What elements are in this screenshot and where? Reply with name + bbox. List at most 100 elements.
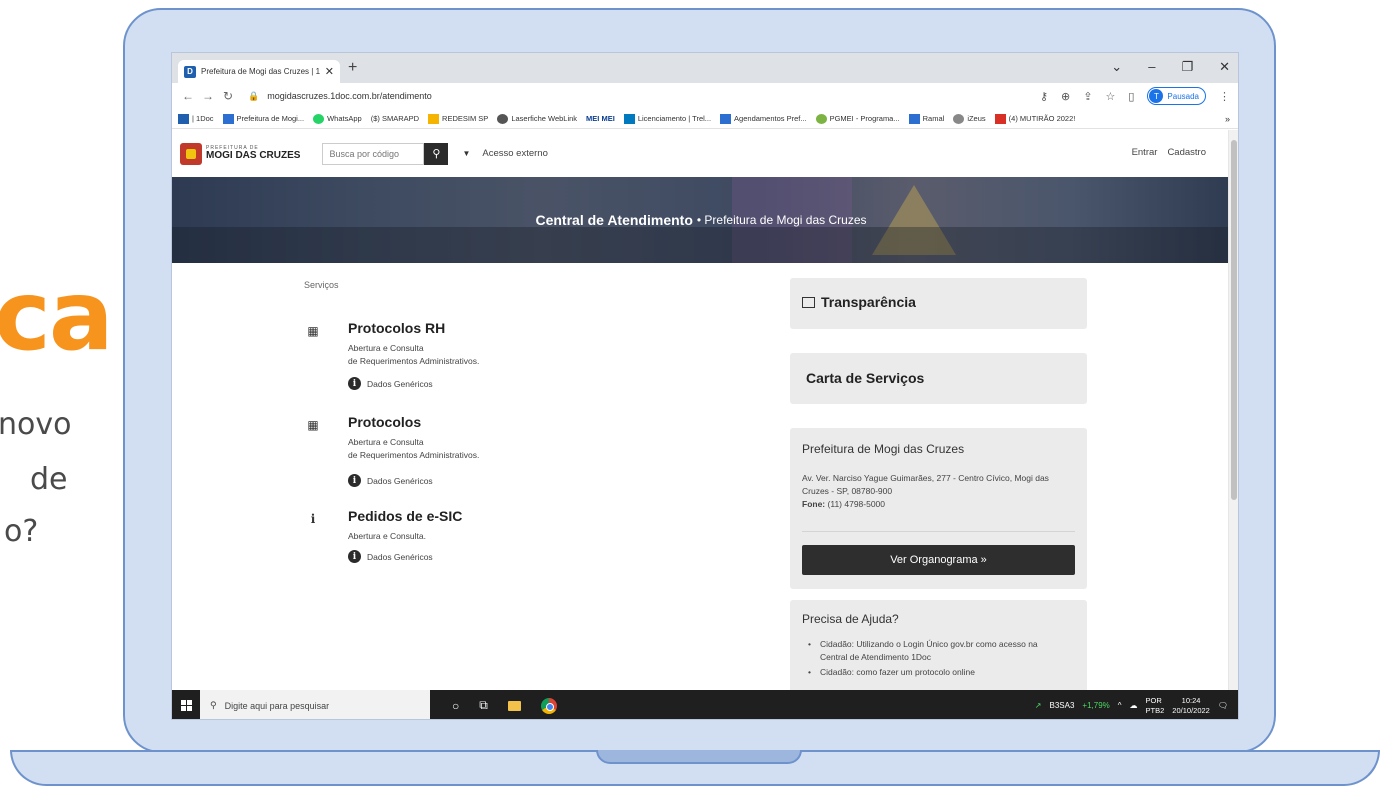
taskbar-search-placeholder: Digite aqui para pesquisar: [224, 700, 330, 711]
service-description: Abertura e Consulta de Requerimentos Adm…: [348, 437, 480, 460]
browser-tab[interactable]: D Prefeitura de Mogi das Cruzes | 1 ✕: [178, 60, 340, 83]
qr-code-icon: ▦: [307, 324, 319, 338]
org-chart-button[interactable]: Ver Organograma »: [802, 545, 1075, 575]
bookmark-item[interactable]: Laserfiche WebLink: [497, 113, 577, 124]
service-title[interactable]: Pedidos de e-SIC: [348, 508, 462, 524]
stock-change: +1,79%: [1082, 701, 1110, 710]
transparency-card[interactable]: Transparência: [790, 278, 1087, 329]
service-title[interactable]: Protocolos: [348, 414, 421, 430]
menu-kebab-icon[interactable]: ⋮: [1219, 90, 1230, 103]
search-input[interactable]: [322, 142, 425, 165]
services-list: Serviços ▦ Protocolos RH Abertura e Cons…: [172, 263, 772, 693]
bookmark-item[interactable]: Ramal: [908, 113, 944, 124]
network-icon[interactable]: ☁: [1130, 701, 1138, 710]
slide-text-line-2: de: [30, 462, 68, 497]
browser-tab-bar: D Prefeitura de Mogi das Cruzes | 1 ✕ + …: [172, 53, 1238, 83]
info-circle-icon: i: [348, 377, 361, 390]
bookmark-item[interactable]: MEI MEI: [586, 114, 615, 123]
bookmark-item[interactable]: iZeus: [953, 113, 986, 124]
contact-title: Prefeitura de Mogi das Cruzes: [802, 442, 965, 456]
chrome-icon[interactable]: [540, 697, 557, 714]
forward-arrow-icon[interactable]: →: [198, 89, 218, 103]
page-scrollbar[interactable]: [1228, 130, 1238, 690]
close-window-button[interactable]: ✕: [1219, 59, 1230, 75]
generic-data-link[interactable]: i Dados Genéricos: [348, 474, 433, 487]
search-button[interactable]: ⚲: [424, 142, 449, 165]
new-tab-button[interactable]: +: [348, 59, 357, 77]
bookmark-item[interactable]: (4) MUTIRÃO 2022!: [994, 113, 1075, 124]
mutirao-icon: [994, 113, 1006, 124]
help-link[interactable]: Cidadão: Utilizando o Login Único gov.br…: [802, 638, 1087, 664]
language-indicator[interactable]: POR PTB2: [1146, 696, 1165, 716]
url-field[interactable]: 🔒 mogidascruzes.1doc.com.br/atendimento: [248, 91, 432, 102]
info-icon: i: [310, 512, 316, 526]
prefeitura-icon: [222, 113, 234, 124]
address-bar-row: ← → ↻ 🔒 mogidascruzes.1doc.com.br/atendi…: [172, 83, 1238, 109]
services-label: Serviços: [304, 280, 339, 290]
minimize-button[interactable]: –: [1148, 59, 1155, 75]
share-icon[interactable]: ⇪: [1083, 90, 1092, 103]
banner-subtitle: • Prefeitura de Mogi das Cruzes: [696, 213, 867, 227]
info-circle-icon: i: [348, 474, 361, 487]
notifications-icon[interactable]: 🗨: [1218, 701, 1228, 710]
close-tab-icon[interactable]: ✕: [325, 65, 334, 78]
back-arrow-icon[interactable]: ←: [178, 89, 198, 103]
taskbar-search[interactable]: ⚲ Digite aqui para pesquisar: [200, 690, 430, 719]
scroll-thumb[interactable]: [1231, 140, 1237, 500]
help-card: Precisa de Ajuda? Cidadão: Utilizando o …: [790, 600, 1087, 695]
bookmark-item[interactable]: Prefeitura de Mogi...: [222, 113, 304, 124]
bookmark-item[interactable]: PGMEI - Programa...: [815, 113, 900, 124]
bookmarks-bar: | 1Doc Prefeitura de Mogi... WhatsApp ($…: [172, 109, 1238, 129]
bookmark-item[interactable]: Licenciamento | Trel...: [623, 113, 711, 124]
more-bookmarks-icon[interactable]: »: [1225, 114, 1230, 124]
windows-taskbar: ⚲ Digite aqui para pesquisar ○ ⧉ ↗ B3SA3…: [172, 690, 1238, 719]
bookmark-item[interactable]: | 1Doc: [178, 113, 214, 124]
reload-icon[interactable]: ↻: [218, 89, 238, 103]
bookmark-item[interactable]: REDESIM SP: [428, 113, 488, 124]
bookmark-item[interactable]: WhatsApp: [313, 113, 362, 124]
start-button[interactable]: [172, 690, 200, 719]
site-logo[interactable]: PREFEITURA DE MOGI DAS CRUZES: [180, 142, 301, 165]
bookmark-star-icon[interactable]: ☆: [1105, 90, 1115, 103]
taskbar-clock[interactable]: 10:24 20/10/2022: [1172, 696, 1210, 716]
search-icon: ⚲: [432, 148, 441, 160]
1doc-favicon-icon: D: [184, 65, 196, 78]
task-view-icon[interactable]: ⧉: [479, 698, 488, 713]
help-title: Precisa de Ajuda?: [802, 612, 899, 626]
file-explorer-icon[interactable]: [507, 700, 521, 711]
generic-data-link[interactable]: i Dados Genéricos: [348, 377, 433, 390]
help-list: Cidadão: Utilizando o Login Único gov.br…: [802, 638, 1087, 681]
pgmei-icon: [815, 113, 827, 124]
dropdown-caret-icon[interactable]: ▼: [462, 149, 470, 158]
service-title[interactable]: Protocolos RH: [348, 320, 445, 336]
avatar: T: [1149, 89, 1164, 103]
cortana-circle-icon[interactable]: ○: [452, 699, 459, 713]
lock-icon: 🔒: [248, 90, 260, 101]
help-link[interactable]: Cidadão: como fazer um protocolo online: [802, 666, 1087, 679]
login-link[interactable]: Entrar: [1132, 147, 1158, 158]
bookmark-item[interactable]: Agendamentos Pref...: [720, 113, 807, 124]
side-panel-icon[interactable]: ▯: [1128, 90, 1134, 103]
external-access-link[interactable]: Acesso externo: [482, 148, 547, 159]
key-icon[interactable]: ⚷: [1040, 90, 1048, 103]
profile-button[interactable]: T Pausada: [1147, 87, 1206, 105]
whatsapp-icon: [313, 113, 325, 124]
window-controls: ⌄ – ❐ ✕: [1111, 59, 1230, 75]
qr-code-icon: ▦: [307, 418, 319, 432]
slide-text-line-1: novo: [0, 407, 72, 442]
service-letter-card[interactable]: Carta de Serviços: [790, 353, 1087, 404]
zoom-icon[interactable]: ⊕: [1061, 90, 1070, 103]
laptop-notch: [596, 750, 802, 764]
bookmark-item[interactable]: ($) SMARAPD: [371, 114, 419, 123]
restore-button[interactable]: ❐: [1181, 59, 1193, 75]
stock-ticker[interactable]: B3SA3: [1050, 701, 1075, 710]
generic-data-link[interactable]: i Dados Genéricos: [348, 550, 433, 563]
service-letter-title: Carta de Serviços: [806, 370, 925, 386]
register-link[interactable]: Cadastro: [1167, 147, 1206, 158]
tray-chevron-icon[interactable]: ^: [1118, 701, 1122, 710]
tab-search-chevron-icon[interactable]: ⌄: [1111, 59, 1122, 75]
transparency-title: Transparência: [821, 294, 916, 310]
prefeitura-icon: [720, 113, 732, 124]
slide-text-line-3: o?: [4, 514, 39, 549]
logo-main-text: MOGI DAS CRUZES: [206, 150, 301, 161]
